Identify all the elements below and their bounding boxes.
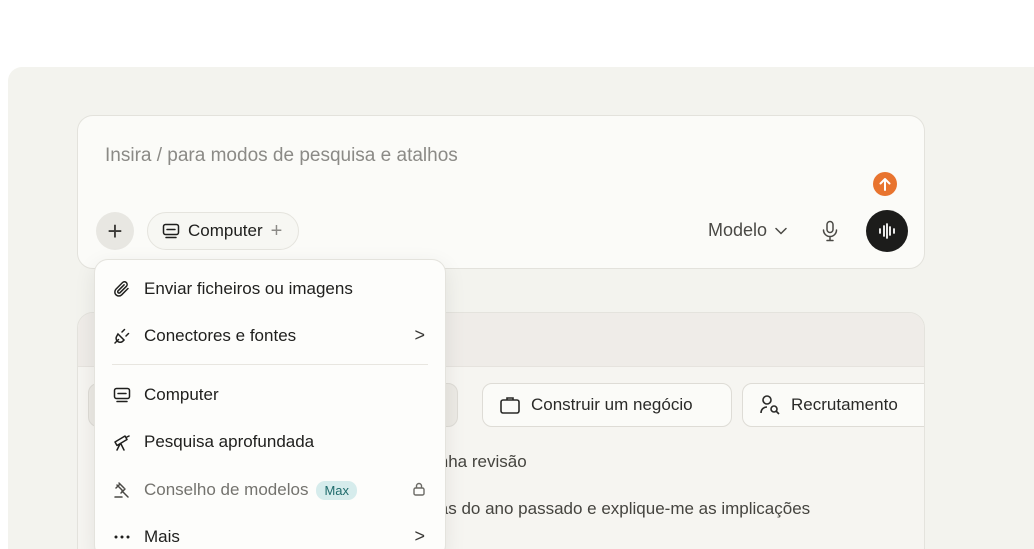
briefcase-icon: [500, 397, 520, 414]
plug-icon: [112, 326, 132, 346]
menu-item-connectors[interactable]: Conectores e fontes >: [95, 316, 445, 356]
menu-item-label: Mais: [144, 527, 180, 546]
suggestion-text-2[interactable]: las do ano passado e explique-me as impl…: [435, 499, 810, 519]
menu-item-more[interactable]: Mais >: [95, 517, 445, 549]
chip-plus-icon[interactable]: +: [271, 220, 283, 243]
suggestion-chip-label: Recrutamento: [791, 395, 898, 414]
menu-item-label: Pesquisa aprofundada: [144, 432, 315, 451]
voice-mode-button[interactable]: [866, 210, 908, 252]
suggestion-chip-recruitment[interactable]: Recrutamento: [742, 383, 924, 427]
add-button[interactable]: +: [96, 212, 134, 250]
telescope-icon: [112, 432, 132, 452]
max-badge: Max: [316, 480, 358, 500]
chevron-down-icon: [775, 227, 787, 235]
chevron-right-icon: >: [414, 526, 425, 546]
upgrade-badge[interactable]: [873, 172, 897, 196]
computer-icon: [112, 385, 132, 405]
menu-item-label: Enviar ficheiros ou imagens: [144, 279, 353, 298]
microphone-icon[interactable]: [820, 220, 840, 242]
suggestion-text-1[interactable]: inha revisão: [435, 452, 527, 472]
waveform-icon: [879, 223, 895, 239]
person-search-icon: [760, 395, 780, 415]
attach-menu: Enviar ficheiros ou imagens Conectores e…: [94, 259, 446, 549]
computer-icon: [162, 223, 180, 239]
lock-icon: [413, 482, 425, 496]
menu-item-computer[interactable]: Computer: [95, 375, 445, 415]
arrow-up-icon: [879, 178, 891, 191]
suggestion-chip-build-business[interactable]: Construir um negócio: [482, 383, 732, 427]
computer-chip[interactable]: Computer +: [147, 212, 300, 250]
prompt-input[interactable]: Insira / para modos de pesquisa e atalho…: [105, 145, 458, 167]
model-selector[interactable]: Modelo: [708, 220, 787, 241]
dots-icon: [112, 527, 132, 547]
menu-item-model-council[interactable]: Conselho de modelos Max: [95, 470, 445, 510]
menu-item-label: Conselho de modelos: [144, 480, 309, 499]
suggestion-chip-label: Construir um negócio: [531, 395, 693, 414]
menu-divider: [112, 364, 428, 365]
menu-item-deep-research[interactable]: Pesquisa aprofundada: [95, 422, 445, 462]
paperclip-icon: [112, 279, 132, 299]
gavel-icon: [112, 480, 132, 500]
model-selector-label: Modelo: [708, 220, 768, 240]
menu-item-upload[interactable]: Enviar ficheiros ou imagens: [95, 269, 445, 309]
menu-item-label: Conectores e fontes: [144, 326, 297, 345]
prompt-box[interactable]: Insira / para modos de pesquisa e atalho…: [77, 115, 925, 269]
computer-chip-label: Computer: [188, 221, 263, 240]
chevron-right-icon: >: [414, 325, 425, 345]
menu-item-label: Computer: [144, 385, 219, 404]
